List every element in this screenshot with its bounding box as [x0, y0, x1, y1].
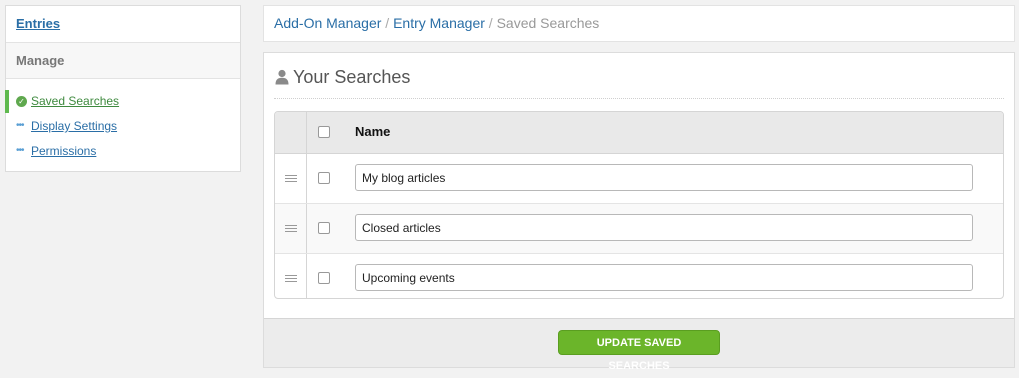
row-checkbox[interactable] [318, 222, 330, 234]
drag-handle[interactable] [275, 254, 307, 298]
check-circle-icon: ✓ [16, 96, 27, 107]
sidebar-manage-header: Manage [6, 43, 240, 79]
handle-column-header [275, 112, 307, 153]
breadcrumb-separator: / [488, 15, 493, 31]
update-saved-searches-button[interactable]: UPDATE SAVED SEARCHES [558, 330, 720, 372]
breadcrumb: Add-On Manager / Entry Manager / Saved S… [263, 5, 1015, 42]
panel-footer: UPDATE SAVED SEARCHES [264, 318, 1014, 372]
saved-searches-panel: Your Searches Name My blog articles Clos… [263, 52, 1015, 372]
search-name-input[interactable] [355, 264, 973, 291]
drag-handle-icon [285, 225, 297, 233]
column-header-name: Name [355, 124, 391, 139]
sidebar-item-label[interactable]: Display Settings [31, 119, 117, 133]
sidebar-item-saved-searches[interactable]: ✓ Saved Searches [5, 89, 240, 114]
table-header: Name [275, 112, 1003, 154]
drag-handle-icon [285, 275, 297, 283]
row-checkbox[interactable] [318, 272, 330, 284]
sidebar-item-display-settings[interactable]: ••• Display Settings [6, 114, 240, 139]
searches-table: Name [274, 111, 1004, 299]
search-name-input[interactable] [355, 214, 973, 241]
sidebar-item-label[interactable]: Saved Searches [31, 94, 119, 108]
table-row [275, 254, 1003, 298]
row-checkbox[interactable] [318, 172, 330, 184]
panel-header: Your Searches [274, 67, 1004, 99]
sidebar-entries-header: Entries [6, 6, 240, 43]
breadcrumb-addon-manager[interactable]: Add-On Manager [274, 15, 381, 31]
sidebar: Entries Manage ✓ Saved Searches ••• Disp… [5, 5, 241, 172]
table-row [275, 204, 1003, 254]
table-row [275, 154, 1003, 204]
dots-icon: ••• [16, 145, 24, 156]
dots-icon: ••• [16, 120, 24, 131]
search-name-input[interactable] [355, 164, 973, 191]
breadcrumb-separator: / [385, 15, 390, 31]
breadcrumb-current: Saved Searches [496, 15, 600, 31]
drag-handle[interactable] [275, 154, 307, 203]
page-title: Your Searches [293, 67, 411, 87]
sidebar-nav: ✓ Saved Searches ••• Display Settings ••… [5, 79, 240, 164]
select-all-checkbox[interactable] [318, 126, 330, 138]
sidebar-item-label[interactable]: Permissions [31, 144, 96, 158]
entries-link[interactable]: Entries [16, 16, 60, 31]
sidebar-item-permissions[interactable]: ••• Permissions [6, 139, 240, 164]
breadcrumb-entry-manager[interactable]: Entry Manager [393, 15, 485, 31]
drag-handle[interactable] [275, 204, 307, 253]
user-icon [275, 69, 289, 85]
drag-handle-icon [285, 175, 297, 183]
